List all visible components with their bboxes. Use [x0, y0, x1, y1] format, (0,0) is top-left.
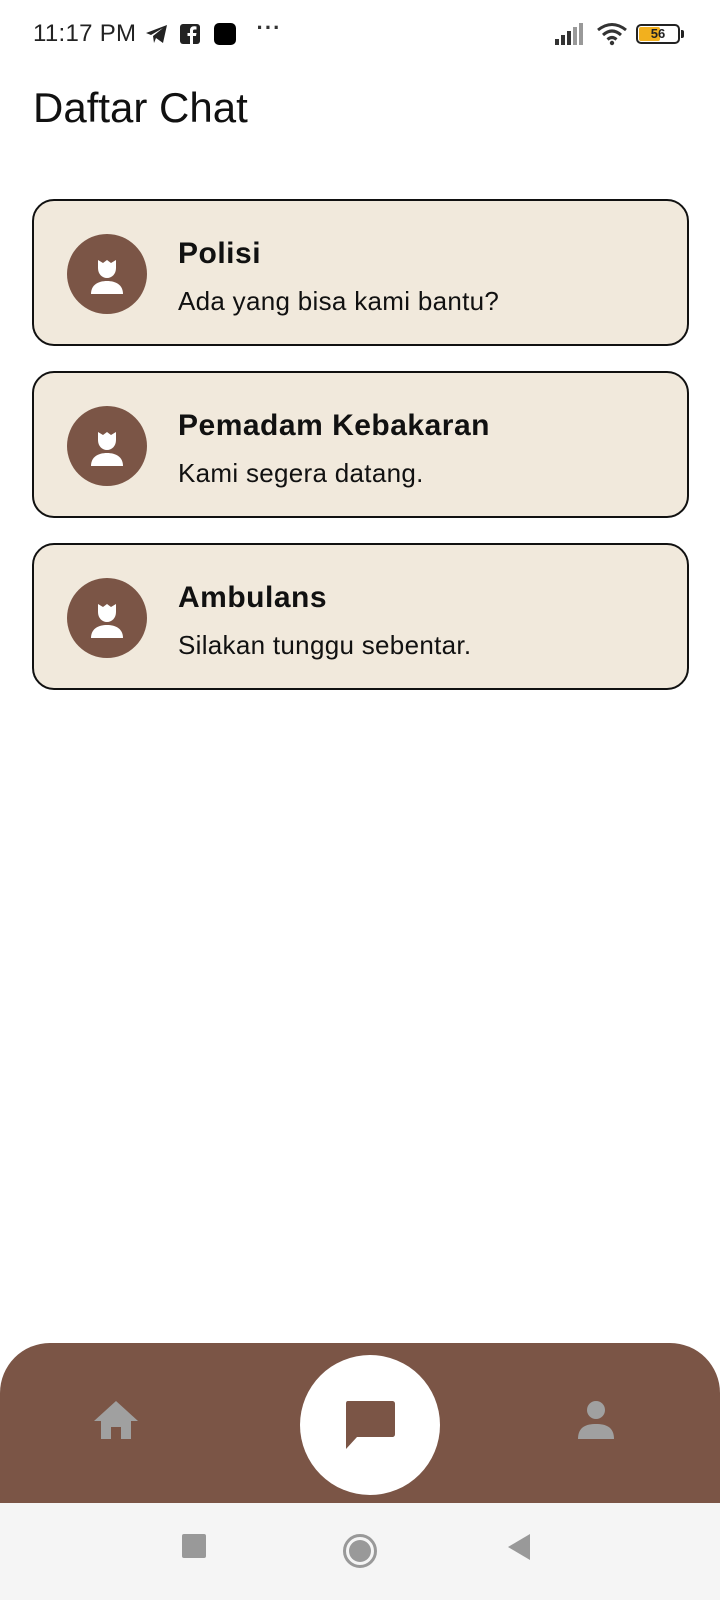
facebook-icon: [180, 20, 200, 48]
telegram-icon: [144, 20, 170, 48]
wifi-icon: [596, 20, 628, 48]
status-time: 11:17 PM: [33, 20, 137, 47]
home-icon[interactable]: [92, 1399, 140, 1441]
back-icon[interactable]: [506, 1533, 532, 1561]
app-icon: [213, 20, 237, 48]
battery-icon: 56: [636, 24, 680, 44]
chat-item-polisi[interactable]: Polisi Ada yang bisa kami bantu?: [32, 199, 689, 346]
chat-list: Polisi Ada yang bisa kami bantu? Pemadam…: [32, 199, 689, 715]
profile-icon[interactable]: [575, 1399, 617, 1441]
chat-name: Pemadam Kebakaran: [178, 409, 490, 442]
recents-icon[interactable]: [181, 1533, 207, 1559]
system-navigation-bar: [0, 1503, 720, 1600]
system-home-icon[interactable]: [342, 1533, 378, 1569]
chat-message: Kami segera datang.: [178, 458, 424, 488]
chat-message: Ada yang bisa kami bantu?: [178, 286, 500, 316]
person-icon: [67, 406, 147, 486]
chat-icon[interactable]: [300, 1355, 440, 1495]
chat-item-ambulans[interactable]: Ambulans Silakan tunggu sebentar.: [32, 543, 689, 690]
bottom-navigation: [0, 1343, 720, 1503]
chat-item-pemadam-kebakaran[interactable]: Pemadam Kebakaran Kami segera datang.: [32, 371, 689, 518]
signal-icon: [553, 20, 589, 48]
person-icon: [67, 234, 147, 314]
person-icon: [67, 578, 147, 658]
battery-level: 56: [650, 26, 666, 41]
chat-message: Silakan tunggu sebentar.: [178, 630, 472, 660]
chat-name: Polisi: [178, 237, 262, 270]
more-icon: ···: [256, 15, 282, 40]
status-bar: 11:17 PM ··· 56: [0, 0, 720, 70]
page-title: Daftar Chat: [33, 84, 248, 131]
chat-name: Ambulans: [178, 581, 328, 614]
